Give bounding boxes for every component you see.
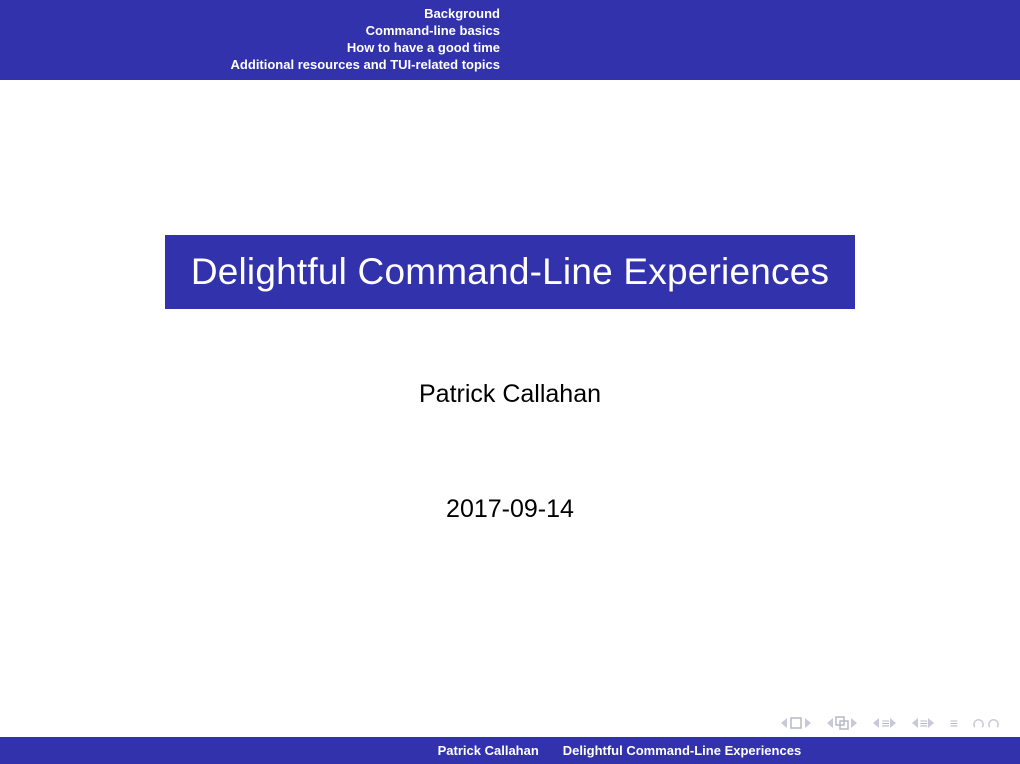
triangle-right-icon — [890, 718, 896, 728]
goto-button[interactable]: ≡ — [950, 715, 956, 731]
presentation-date: 2017-09-14 — [0, 495, 1020, 524]
footer-title: Delightful Command-Line Experiences — [551, 737, 1020, 764]
triangle-right-icon — [928, 718, 934, 728]
section-link[interactable]: Additional resources and TUI-related top… — [231, 57, 500, 74]
redo-arc-icon — [987, 717, 1000, 730]
subframe-icon — [835, 716, 849, 730]
author-name: Patrick Callahan — [0, 380, 1020, 409]
frame-icon — [789, 716, 803, 730]
navigation-bar: ≡ ≡ ≡ — [0, 710, 1020, 736]
section-link[interactable]: Background — [424, 6, 500, 23]
section-list: Background Command-line basics How to ha… — [0, 0, 510, 80]
nav-undo-button[interactable] — [972, 717, 1000, 730]
section-link[interactable]: How to have a good time — [347, 40, 500, 57]
slide: Background Command-line basics How to ha… — [0, 0, 1020, 764]
lines-icon: ≡ — [920, 715, 926, 731]
triangle-left-icon — [827, 718, 833, 728]
lines-icon: ≡ — [881, 715, 887, 731]
footer-author: Patrick Callahan — [0, 737, 551, 764]
triangle-left-icon — [912, 718, 918, 728]
triangle-right-icon — [805, 718, 811, 728]
undo-arc-icon — [972, 717, 985, 730]
nav-prev-button[interactable] — [827, 716, 857, 730]
triangle-right-icon — [851, 718, 857, 728]
slide-title: Delightful Command-Line Experiences — [165, 235, 855, 309]
nav-first-button[interactable] — [781, 716, 811, 730]
title-container: Delightful Command-Line Experiences — [0, 235, 1020, 309]
triangle-left-icon — [781, 718, 787, 728]
triangle-left-icon — [873, 718, 879, 728]
section-link[interactable]: Command-line basics — [366, 23, 500, 40]
nav-back-button[interactable]: ≡ — [873, 715, 895, 731]
footer-bar: Patrick Callahan Delightful Command-Line… — [0, 737, 1020, 764]
nav-forward-button[interactable]: ≡ — [912, 715, 934, 731]
header-bar: Background Command-line basics How to ha… — [0, 0, 1020, 80]
